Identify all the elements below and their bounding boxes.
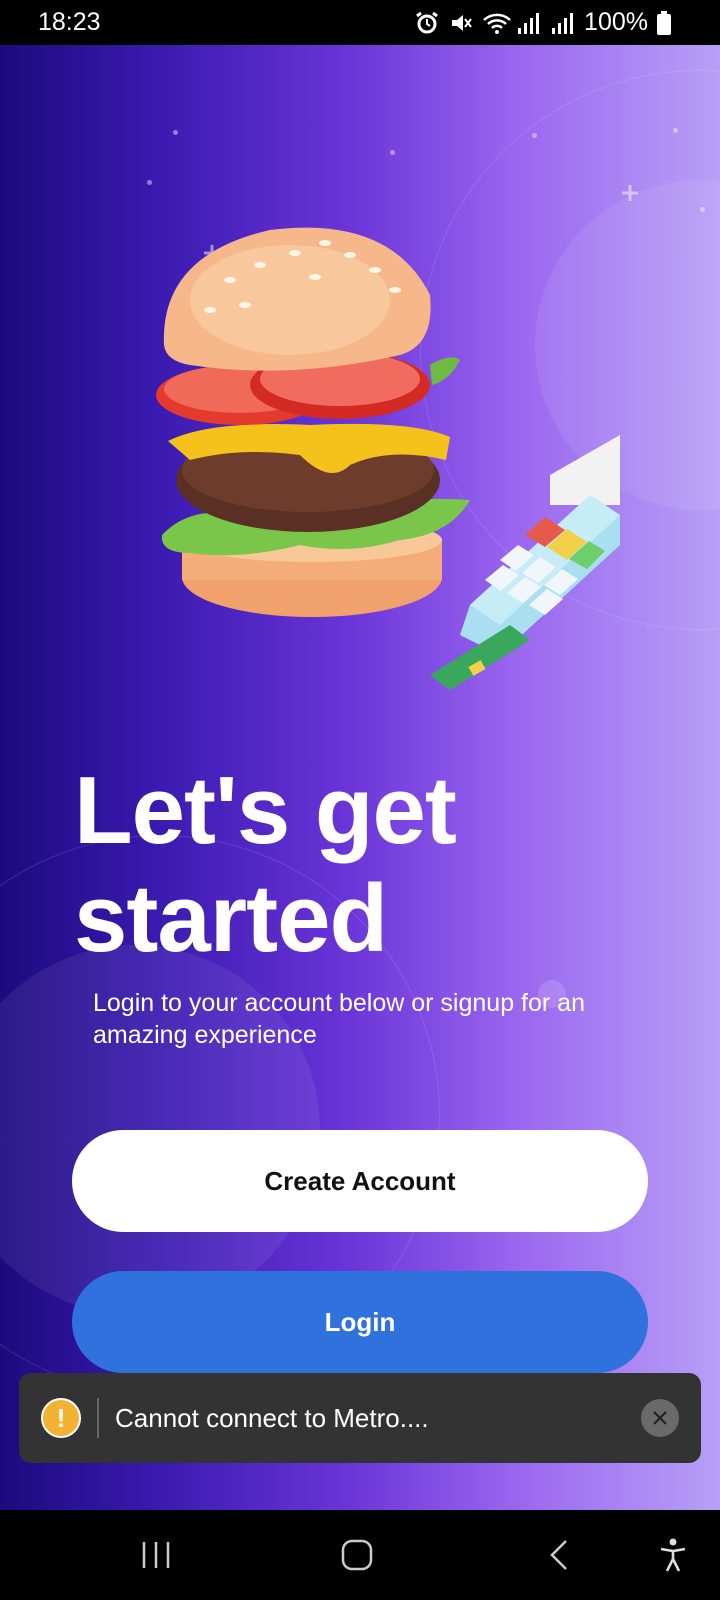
login-button[interactable]: Login bbox=[72, 1271, 648, 1373]
headline-line-1: Let's get bbox=[74, 757, 457, 864]
create-account-button[interactable]: Create Account bbox=[72, 1130, 648, 1232]
status-time: 18:23 bbox=[38, 8, 101, 36]
back-icon[interactable] bbox=[530, 1530, 590, 1580]
card-terminal-illustration bbox=[430, 435, 620, 690]
status-icons: 100% bbox=[414, 8, 682, 37]
signal-icon bbox=[550, 10, 576, 36]
mute-icon bbox=[448, 10, 474, 36]
home-icon[interactable] bbox=[327, 1530, 387, 1580]
sparkle bbox=[673, 128, 678, 133]
sparkle bbox=[532, 133, 537, 138]
navigation-bar bbox=[0, 1510, 720, 1600]
status-bar: 18:23 100% bbox=[0, 0, 720, 45]
signal-icon bbox=[516, 10, 542, 36]
alarm-icon bbox=[414, 10, 440, 36]
sparkle bbox=[390, 150, 395, 155]
burger-illustration bbox=[156, 185, 638, 690]
wifi-icon bbox=[482, 10, 511, 36]
recent-apps-icon[interactable] bbox=[126, 1530, 186, 1580]
page-subtitle: Login to your account below or signup fo… bbox=[93, 989, 585, 1049]
sparkle bbox=[173, 130, 178, 135]
warning-icon: ! bbox=[41, 1398, 81, 1438]
error-toast: ! Cannot connect to Metro.... bbox=[19, 1373, 701, 1463]
close-icon[interactable] bbox=[641, 1399, 679, 1437]
toast-message: Cannot connect to Metro.... bbox=[115, 1402, 429, 1433]
page-title: Let's get started bbox=[74, 757, 634, 973]
battery-percentage: 100% bbox=[584, 8, 648, 36]
sparkle bbox=[700, 207, 705, 212]
toast-divider bbox=[97, 1398, 99, 1438]
accessibility-icon[interactable] bbox=[643, 1530, 703, 1580]
onboarding-screen: Let's get started Login to your account … bbox=[0, 45, 720, 1510]
battery-icon bbox=[656, 10, 682, 36]
headline-line-2: started bbox=[74, 865, 388, 972]
